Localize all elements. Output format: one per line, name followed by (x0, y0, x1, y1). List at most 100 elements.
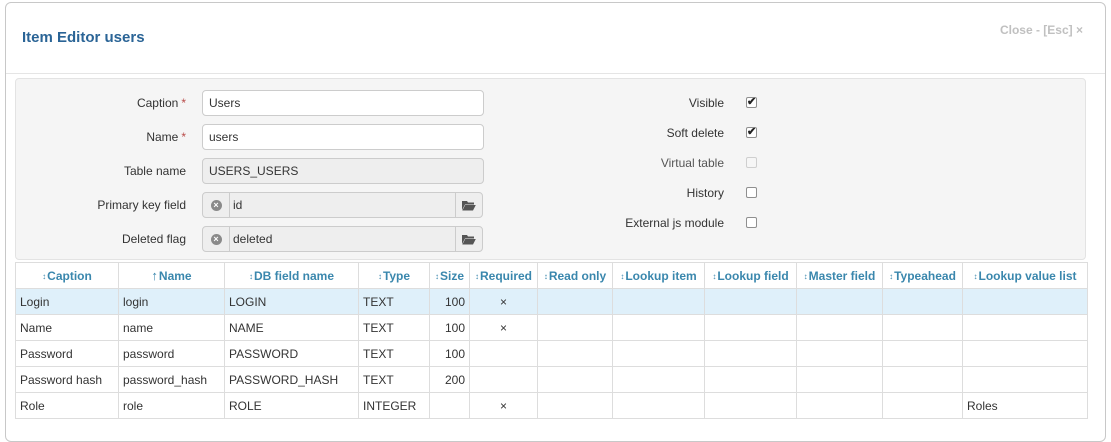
clear-circle-icon[interactable]: × (203, 227, 229, 251)
sort-icon: ↕ (434, 271, 439, 281)
cell-read-only (537, 366, 613, 393)
sort-icon: ↕ (377, 271, 382, 281)
sort-icon: ↕ (620, 271, 625, 281)
cell-lookup-value-list (962, 314, 1088, 341)
visible-checkbox[interactable]: ✔ (746, 97, 757, 108)
table-row[interactable]: Role role ROLE INTEGER × Roles (15, 392, 1088, 419)
cell-lookup-value-list (962, 366, 1088, 393)
cell-lookup-field (704, 366, 797, 393)
modal-header: Item Editor users Close - [Esc] × (6, 3, 1105, 74)
virtual-table-checkbox[interactable] (746, 157, 757, 168)
column-header-typeahead[interactable]: ↕Typeahead (882, 262, 963, 289)
cell-master-field (796, 392, 883, 419)
close-button[interactable]: Close - [Esc] × (1000, 23, 1083, 37)
clear-circle-icon[interactable]: × (203, 193, 229, 217)
cell-caption: Password hash (15, 366, 119, 393)
cell-typeahead (882, 314, 963, 341)
column-header-name[interactable]: ↑Name (118, 262, 225, 289)
name-label: Name * (146, 130, 186, 144)
cell-lookup-field (704, 314, 797, 341)
cell-required (469, 340, 538, 367)
column-header-type[interactable]: ↕Type (358, 262, 430, 289)
deleted-flag-lookup: × deleted (202, 226, 483, 252)
column-header-lookup-item[interactable]: ↕Lookup item (612, 262, 705, 289)
table-header-row: ↕Caption ↑Name ↕DB field name ↕Type ↕Siz… (15, 262, 1088, 289)
cell-master-field (796, 340, 883, 367)
cell-master-field (796, 314, 883, 341)
cell-type: TEXT (358, 340, 430, 367)
cell-lookup-item (612, 366, 705, 393)
sort-ascending-icon: ↑ (151, 268, 158, 283)
cell-db-field: NAME (224, 314, 359, 341)
cell-lookup-item (612, 392, 705, 419)
primary-key-value[interactable]: id (229, 193, 242, 217)
cell-name: name (118, 314, 225, 341)
cell-db-field: LOGIN (224, 288, 359, 315)
column-header-lookup-field[interactable]: ↕Lookup field (704, 262, 797, 289)
sort-icon: ↕ (889, 271, 894, 281)
soft-delete-checkbox[interactable]: ✔ (746, 127, 757, 138)
column-header-lookup-value-list[interactable]: ↕Lookup value list (962, 262, 1088, 289)
table-row[interactable]: Login login LOGIN TEXT 100 × (15, 288, 1088, 315)
item-form-panel: Caption * Users Name * users Table name US… (15, 78, 1086, 260)
sort-icon: ↕ (543, 271, 548, 281)
cell-caption: Name (15, 314, 119, 341)
deleted-flag-row: Deleted flag × deleted (16, 226, 496, 252)
name-row: Name * users (16, 124, 496, 150)
modal-title-text: Item Editor (22, 29, 101, 46)
sort-icon: ↕ (712, 271, 717, 281)
cell-lookup-item (612, 340, 705, 367)
cell-type: TEXT (358, 366, 430, 393)
cell-typeahead (882, 288, 963, 315)
column-header-db-field-name[interactable]: ↕DB field name (224, 262, 359, 289)
table-name-label: Table name (123, 164, 186, 178)
cell-lookup-field (704, 392, 797, 419)
cell-type: TEXT (358, 314, 430, 341)
fields-table: ↕Caption ↑Name ↕DB field name ↕Type ↕Siz… (15, 262, 1088, 419)
folder-open-icon[interactable] (455, 227, 482, 251)
cell-lookup-value-list (962, 340, 1088, 367)
cell-required: × (469, 392, 538, 419)
table-name-input[interactable]: USERS_USERS (202, 158, 484, 184)
table-row[interactable]: Name name NAME TEXT 100 × (15, 314, 1088, 341)
deleted-flag-value[interactable]: deleted (229, 227, 272, 251)
cell-db-field: PASSWORD_HASH (224, 366, 359, 393)
cell-required (469, 366, 538, 393)
cell-caption: Role (15, 392, 119, 419)
cell-typeahead (882, 340, 963, 367)
column-header-size[interactable]: ↕Size (429, 262, 470, 289)
column-header-master-field[interactable]: ↕Master field (796, 262, 883, 289)
column-header-required[interactable]: ↕Required (469, 262, 538, 289)
caption-input[interactable]: Users (202, 90, 484, 116)
primary-key-label: Primary key field (97, 198, 186, 212)
cell-size: 100 (429, 288, 470, 315)
cell-required: × (469, 288, 538, 315)
external-js-label: External js module (625, 216, 724, 230)
cell-size: 100 (429, 340, 470, 367)
history-checkbox[interactable] (746, 187, 757, 198)
external-js-checkbox[interactable] (746, 217, 757, 228)
column-header-read-only[interactable]: ↕Read only (537, 262, 613, 289)
cell-read-only (537, 314, 613, 341)
name-input[interactable]: users (202, 124, 484, 150)
cell-name: password_hash (118, 366, 225, 393)
cell-typeahead (882, 366, 963, 393)
column-header-caption[interactable]: ↕Caption (15, 262, 119, 289)
required-mark: * (181, 130, 186, 144)
caption-label: Caption * (136, 96, 186, 110)
modal-title: Item Editor users (22, 29, 145, 46)
cell-read-only (537, 392, 613, 419)
cell-db-field: ROLE (224, 392, 359, 419)
table-row[interactable]: Password password PASSWORD TEXT 100 (15, 340, 1088, 367)
cell-db-field: PASSWORD (224, 340, 359, 367)
deleted-flag-label: Deleted flag (121, 232, 186, 246)
sort-icon: ↕ (474, 271, 479, 281)
sort-icon: ↕ (973, 271, 978, 281)
table-row[interactable]: Password hash password_hash PASSWORD_HAS… (15, 366, 1088, 393)
virtual-table-label: Virtual table (660, 156, 724, 170)
cell-read-only (537, 288, 613, 315)
cell-type: INTEGER (358, 392, 430, 419)
cell-lookup-field (704, 340, 797, 367)
folder-open-icon[interactable] (455, 193, 482, 217)
required-mark: * (181, 96, 186, 110)
